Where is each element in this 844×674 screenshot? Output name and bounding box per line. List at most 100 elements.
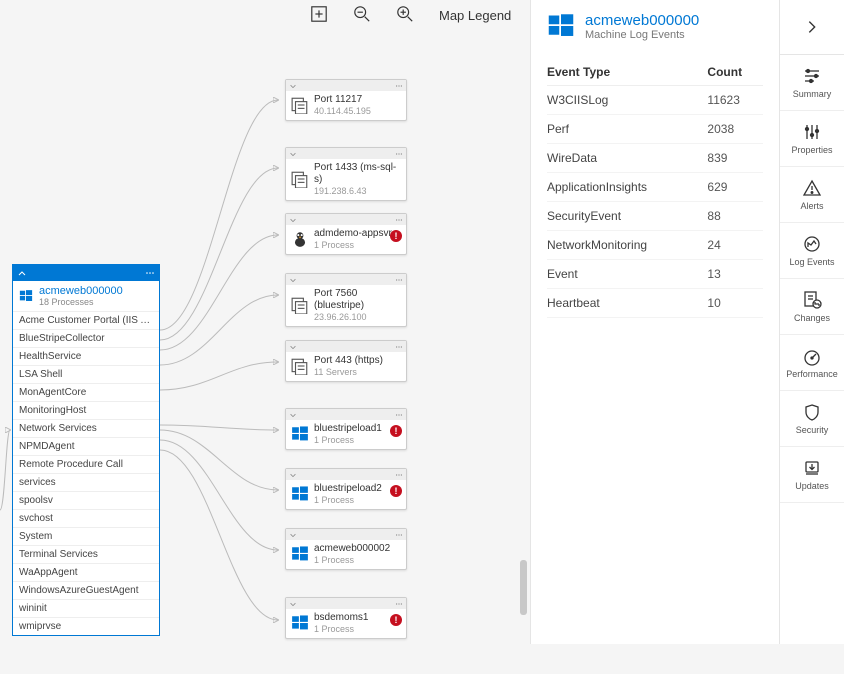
process-item[interactable]: LSA Shell [13,365,159,383]
table-row[interactable]: W3CIISLog11623 [547,86,763,115]
process-item[interactable]: wmiprvse [13,617,159,635]
zoom-in-icon[interactable] [396,5,414,26]
servers-icon [291,296,309,314]
dependency-node[interactable]: Port 7560 (bluestripe)23.96.26.100 [285,273,407,327]
dependency-node[interactable]: bsdemoms11 Process ! [285,597,407,639]
count-cell: 839 [707,144,763,173]
process-item[interactable]: WaAppAgent [13,563,159,581]
dots-icon[interactable] [395,150,403,158]
fit-icon[interactable] [310,5,328,26]
dependency-node[interactable]: bluestripeload21 Process ! [285,468,407,510]
table-row[interactable]: Heartbeat10 [547,289,763,318]
dots-icon[interactable] [395,471,403,479]
error-badge[interactable]: ! [390,425,402,437]
dots-icon[interactable] [145,268,155,278]
chevron-down-icon[interactable] [289,531,297,539]
node-title: bluestripeload2 [314,483,382,495]
rail-updates[interactable]: Updates [780,447,844,503]
error-badge[interactable]: ! [390,614,402,626]
process-item[interactable]: svchost [13,509,159,527]
dots-icon[interactable] [395,216,403,224]
chevron-down-icon[interactable] [289,411,297,419]
rail-summary[interactable]: Summary [780,55,844,111]
event-type-cell: Perf [547,115,707,144]
node-title: bsdemoms1 [314,612,368,624]
chevron-up-icon[interactable] [17,268,27,278]
table-row[interactable]: SecurityEvent88 [547,202,763,231]
chevron-down-icon[interactable] [289,343,297,351]
table-row[interactable]: Event13 [547,260,763,289]
win-icon [291,614,309,632]
process-item[interactable]: MonAgentCore [13,383,159,401]
collapse-button[interactable] [780,0,844,55]
dots-icon[interactable] [395,531,403,539]
process-item[interactable]: BlueStripeCollector [13,329,159,347]
dependency-node[interactable]: admdemo-appsvr1 Process ! [285,213,407,255]
node-header [286,341,406,352]
node-title: Port 7560 (bluestripe) [314,288,401,312]
rail-label: Properties [791,145,832,155]
table-row[interactable]: WireData839 [547,144,763,173]
windows-icon [547,12,575,40]
process-item[interactable]: WindowsAzureGuestAgent [13,581,159,599]
process-item[interactable]: spoolsv [13,491,159,509]
rail-logevents[interactable]: Log Events [780,223,844,279]
process-item[interactable]: services [13,473,159,491]
dependency-node[interactable]: acmeweb0000021 Process [285,528,407,570]
machine-card[interactable]: acmeweb000000 18 Processes Acme Customer… [12,264,160,636]
rail-properties[interactable]: Properties [780,111,844,167]
error-badge[interactable]: ! [390,230,402,242]
event-type-cell: W3CIISLog [547,86,707,115]
table-row[interactable]: Perf2038 [547,115,763,144]
node-header [286,598,406,609]
dots-icon[interactable] [395,343,403,351]
rail-changes[interactable]: Changes [780,279,844,335]
node-title: Port 443 (https) [314,355,383,367]
event-table: Event Type Count W3CIISLog11623Perf2038W… [547,59,763,318]
error-badge[interactable]: ! [390,485,402,497]
table-row[interactable]: ApplicationInsights629 [547,173,763,202]
zoom-out-icon[interactable] [353,5,371,26]
chevron-right-icon [803,18,821,36]
rail-security[interactable]: Security [780,391,844,447]
rail-performance[interactable]: Performance [780,335,844,391]
node-title: acmeweb000002 [314,543,390,555]
dots-icon[interactable] [395,600,403,608]
process-item[interactable]: HealthService [13,347,159,365]
process-item[interactable]: MonitoringHost [13,401,159,419]
rail-alerts[interactable]: Alerts [780,167,844,223]
dependency-node[interactable]: Port 1121740.114.45.195 [285,79,407,121]
count-cell: 10 [707,289,763,318]
dots-icon[interactable] [395,411,403,419]
dots-icon[interactable] [395,82,403,90]
chevron-down-icon[interactable] [289,150,297,158]
win-icon [291,485,309,503]
node-title: bluestripeload1 [314,423,382,435]
chevron-down-icon[interactable] [289,216,297,224]
scrollbar-thumb[interactable] [520,560,527,615]
table-row[interactable]: NetworkMonitoring24 [547,231,763,260]
process-item[interactable]: System [13,527,159,545]
dependency-node[interactable]: bluestripeload11 Process ! [285,408,407,450]
process-item[interactable]: Acme Customer Portal (IIS App … [13,311,159,329]
machine-card-header [13,265,159,281]
chevron-down-icon[interactable] [289,600,297,608]
process-item[interactable]: NPMDAgent [13,437,159,455]
chevron-down-icon[interactable] [289,276,297,284]
node-sub: 11 Servers [314,367,383,378]
chevron-down-icon[interactable] [289,82,297,90]
node-title: Port 11217 [314,94,371,106]
chevron-down-icon[interactable] [289,471,297,479]
details-sub: Machine Log Events [585,29,699,41]
performance-icon [802,346,822,366]
process-item[interactable]: Network Services [13,419,159,437]
node-sub: 1 Process [314,495,382,506]
dependency-node[interactable]: Port 443 (https)11 Servers [285,340,407,382]
dots-icon[interactable] [395,276,403,284]
map-legend-link[interactable]: Map Legend [439,8,511,23]
process-item[interactable]: wininit [13,599,159,617]
process-item[interactable]: Terminal Services [13,545,159,563]
event-type-cell: Heartbeat [547,289,707,318]
dependency-node[interactable]: Port 1433 (ms-sql-s)191.238.6.43 [285,147,407,201]
process-item[interactable]: Remote Procedure Call [13,455,159,473]
